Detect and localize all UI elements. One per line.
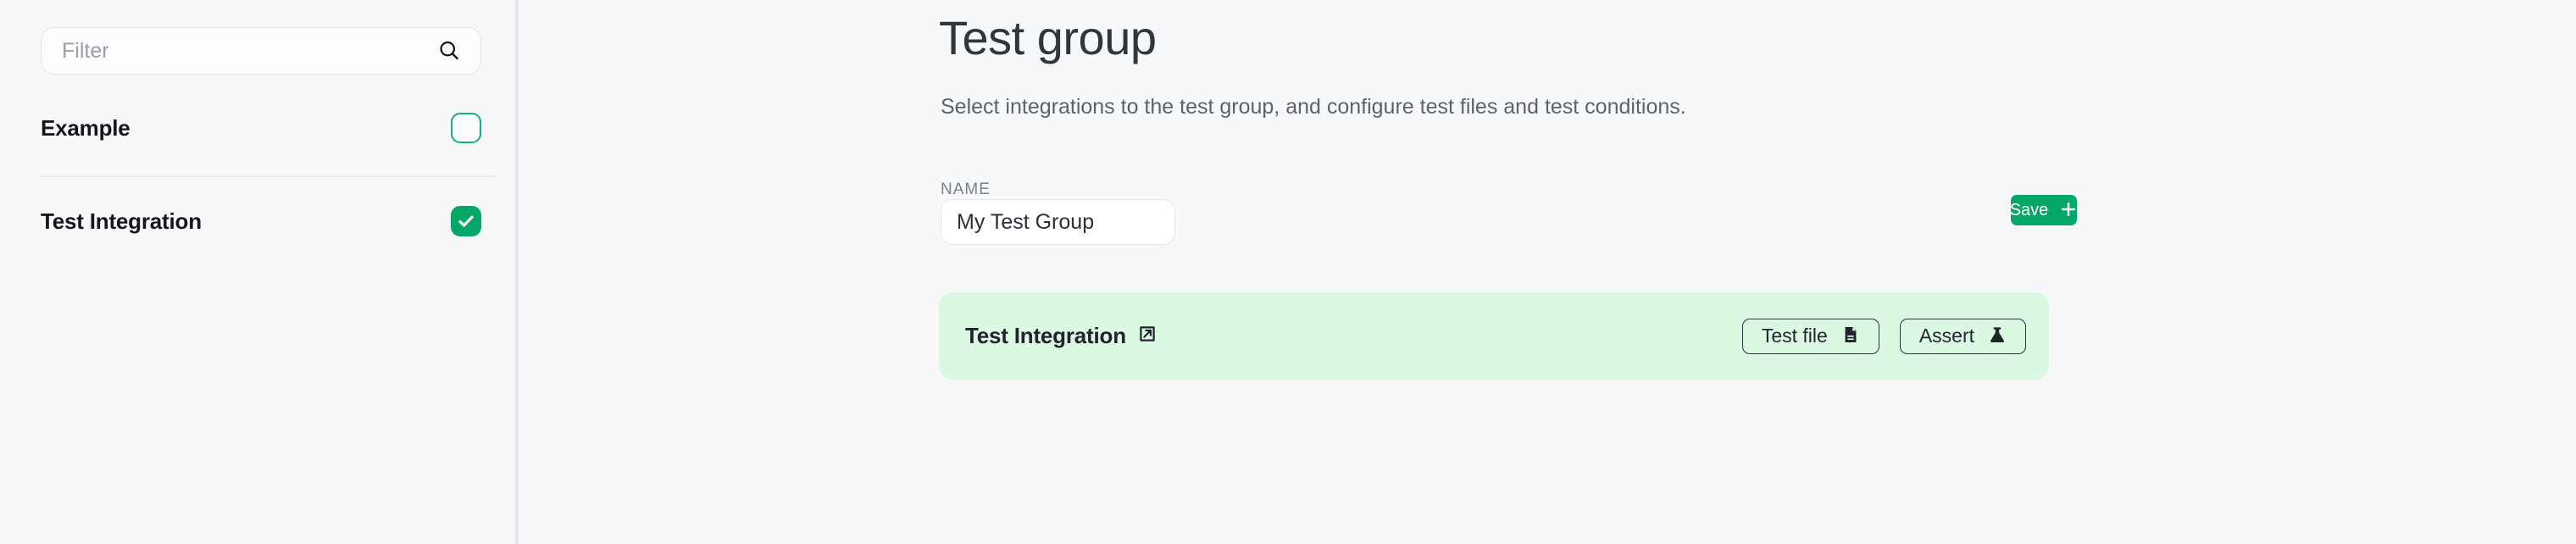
save-button-label: Save [2009,200,2049,219]
name-field-label: NAME [941,180,991,198]
sidebar: Example Test Integration [0,0,515,544]
name-input[interactable] [941,199,1175,245]
external-link-icon[interactable] [1137,324,1158,348]
checkbox-unchecked-icon[interactable] [451,113,481,143]
page-subtitle: Select integrations to the test group, a… [941,95,1686,119]
save-button[interactable]: Save [2009,195,2078,225]
flask-icon [1988,325,2007,347]
sidebar-item-test-integration[interactable]: Test Integration [41,199,481,243]
sidebar-item-label: Example [41,114,130,141]
assert-button-label: Assert [1918,325,1974,347]
integration-card-title: Test Integration [965,323,1126,348]
sidebar-item-label: Test Integration [41,208,202,234]
plus-icon [2059,200,2078,221]
main-content: Test group Select integrations to the te… [515,0,2576,544]
document-icon [1841,325,1860,347]
filter-search-box[interactable] [41,27,481,75]
search-input[interactable] [62,28,435,74]
integration-link[interactable]: Test Integration [965,323,1158,349]
test-file-button-label: Test file [1761,325,1828,347]
test-file-button[interactable]: Test file [1741,318,1879,354]
assert-button[interactable]: Assert [1899,318,2026,354]
integration-card: Test Integration Test file Assert [939,292,2049,380]
integration-card-actions: Test file Assert [1741,318,2026,354]
checkbox-checked-icon[interactable] [451,206,481,236]
sidebar-item-example[interactable]: Example [41,106,481,150]
search-icon[interactable] [435,36,464,65]
page-title: Test group [939,11,1157,64]
sidebar-divider-line [41,175,494,177]
